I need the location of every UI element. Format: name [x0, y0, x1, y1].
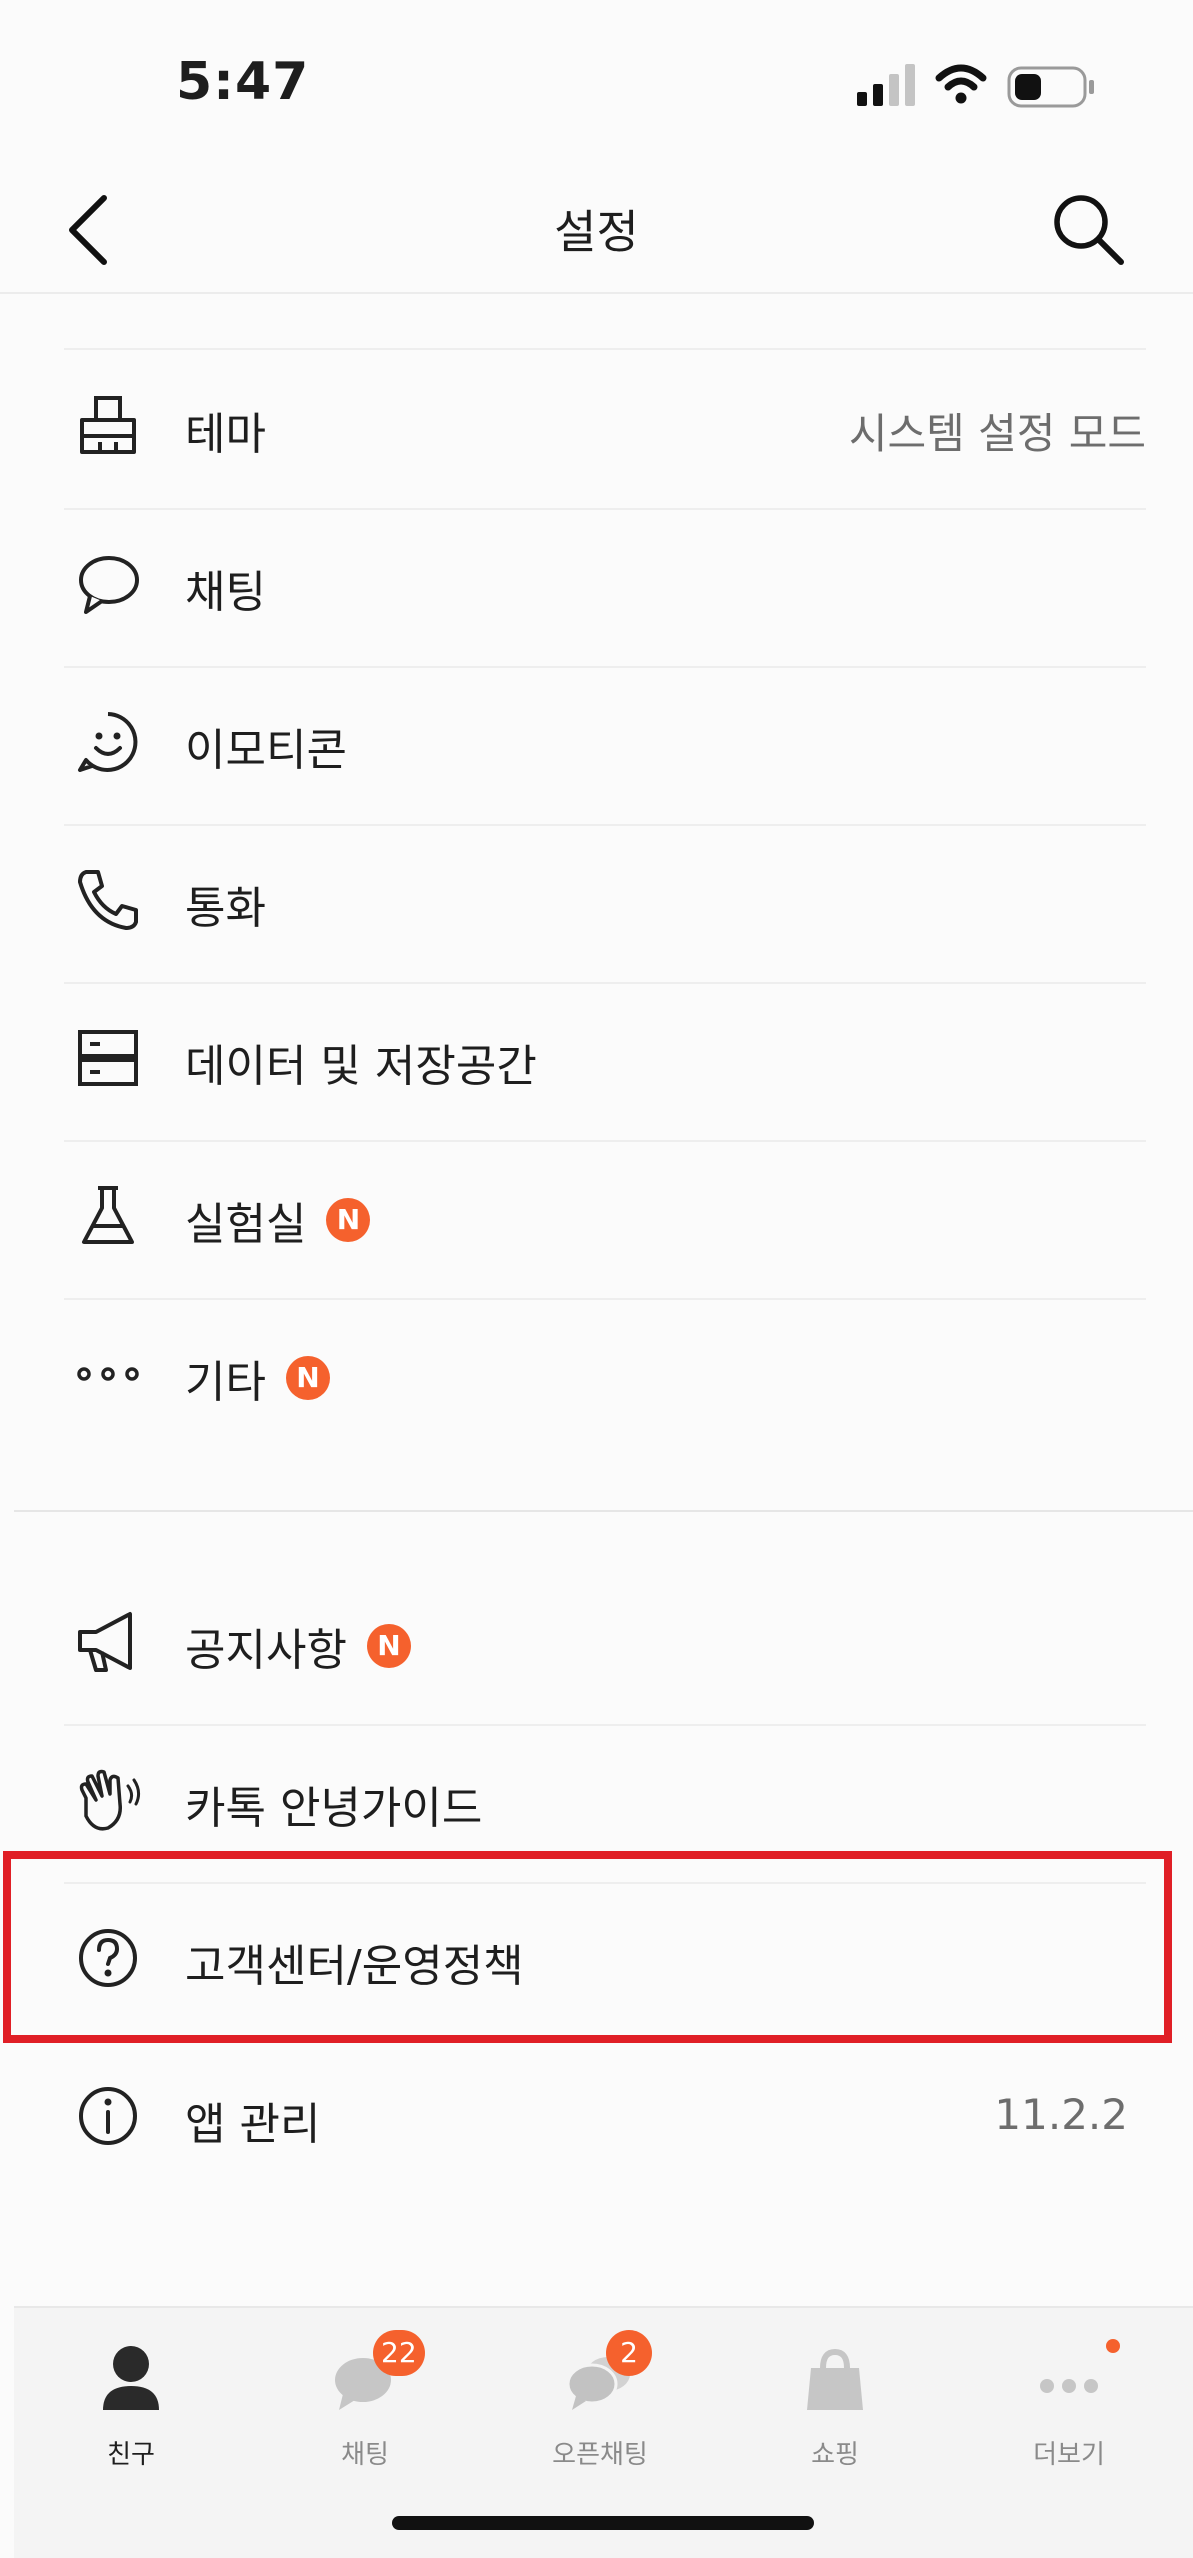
- new-badge: N: [285, 1356, 330, 1400]
- person-icon: [103, 2346, 159, 2410]
- tab-label: 쇼핑: [811, 2440, 859, 2470]
- info-circle-icon: [79, 2087, 137, 2145]
- more-dots-icon: [1040, 2379, 1098, 2393]
- lab-text: 실험실: [185, 1199, 307, 1250]
- info-item-notice[interactable]: 공지사항 N: [64, 1566, 1146, 1726]
- tab-shopping[interactable]: 쇼핑: [735, 2338, 935, 2478]
- info-item-guide[interactable]: 카톡 안녕가이드: [64, 1724, 1146, 1884]
- tab-label: 오픈채팅: [552, 2440, 648, 2470]
- info-item-app-manage[interactable]: 앱 관리 11.2.2: [64, 2040, 1146, 2198]
- settings-item-call[interactable]: 통화: [64, 824, 1146, 984]
- notice-text: 공지사항: [185, 1625, 347, 1676]
- etc-label: 기타 N: [185, 1346, 330, 1410]
- unread-count-badge: 22: [373, 2330, 425, 2376]
- settings-item-data-storage[interactable]: 데이터 및 저장공간: [64, 982, 1146, 1142]
- support-label: 고객센터/운영정책: [185, 1941, 524, 1992]
- new-badge: N: [366, 1624, 411, 1668]
- new-badge: N: [326, 1198, 371, 1242]
- tab-friends[interactable]: 친구: [31, 2338, 231, 2478]
- wifi-icon: [935, 64, 987, 104]
- info-item-support[interactable]: 고객센터/운영정책: [64, 1882, 1146, 2040]
- tab-open-chat[interactable]: 2 오픈채팅: [500, 2330, 700, 2478]
- storage-icon: [78, 1030, 138, 1086]
- theme-label: 테마: [185, 409, 266, 460]
- app-version-value: 11.2.2: [994, 2090, 1128, 2139]
- settings-item-emoticon[interactable]: 이모티콘: [64, 666, 1146, 826]
- home-indicator: [392, 2516, 814, 2530]
- megaphone-icon: [78, 1612, 132, 1672]
- tab-label: 친구: [107, 2440, 155, 2470]
- help-circle-icon: [79, 1929, 137, 1987]
- tab-more[interactable]: 더보기: [969, 2338, 1169, 2478]
- chat-bubble-icon: [79, 556, 139, 614]
- paint-brush-icon: [80, 396, 136, 454]
- tab-label: 더보기: [1033, 2440, 1105, 2470]
- status-indicators: [857, 64, 1094, 108]
- tab-chat[interactable]: 22 채팅: [265, 2330, 465, 2478]
- cellular-signal-icon: [857, 64, 915, 106]
- waving-hand-icon: [79, 1769, 141, 1831]
- chat-label: 채팅: [185, 567, 266, 618]
- guide-label: 카톡 안녕가이드: [185, 1783, 483, 1834]
- smiley-icon: [78, 712, 138, 772]
- emoticon-label: 이모티콘: [185, 725, 347, 776]
- settings-item-theme[interactable]: 테마 시스템 설정 모드: [64, 350, 1146, 510]
- phone-icon: [78, 870, 138, 930]
- status-time: 5:47: [176, 52, 310, 112]
- settings-item-lab[interactable]: 실험실 N: [64, 1140, 1146, 1300]
- settings-item-chat[interactable]: 채팅: [64, 508, 1146, 668]
- shopping-bag-icon: [807, 2348, 863, 2410]
- etc-text: 기타: [185, 1357, 266, 1408]
- data-storage-label: 데이터 및 저장공간: [185, 1041, 537, 1092]
- new-dot-badge: [1106, 2339, 1120, 2353]
- settings-item-etc[interactable]: 기타 N: [64, 1298, 1146, 1456]
- flask-icon: [82, 1186, 134, 1244]
- unread-count-badge: 2: [606, 2330, 652, 2376]
- settings-item-partial[interactable]: [64, 190, 1146, 350]
- lab-label: 실험실 N: [185, 1188, 371, 1252]
- app-manage-label: 앱 관리: [185, 2099, 321, 2150]
- battery-icon: [1007, 66, 1094, 108]
- status-bar: 5:47: [0, 0, 1193, 170]
- tab-label: 채팅: [341, 2440, 389, 2470]
- notice-label: 공지사항 N: [185, 1614, 411, 1678]
- theme-value: 시스템 설정 모드: [848, 409, 1146, 458]
- call-label: 통화: [185, 883, 266, 934]
- status-icons: [857, 62, 1097, 116]
- section-divider: [14, 1510, 1193, 1512]
- more-dots-icon: [77, 1367, 139, 1381]
